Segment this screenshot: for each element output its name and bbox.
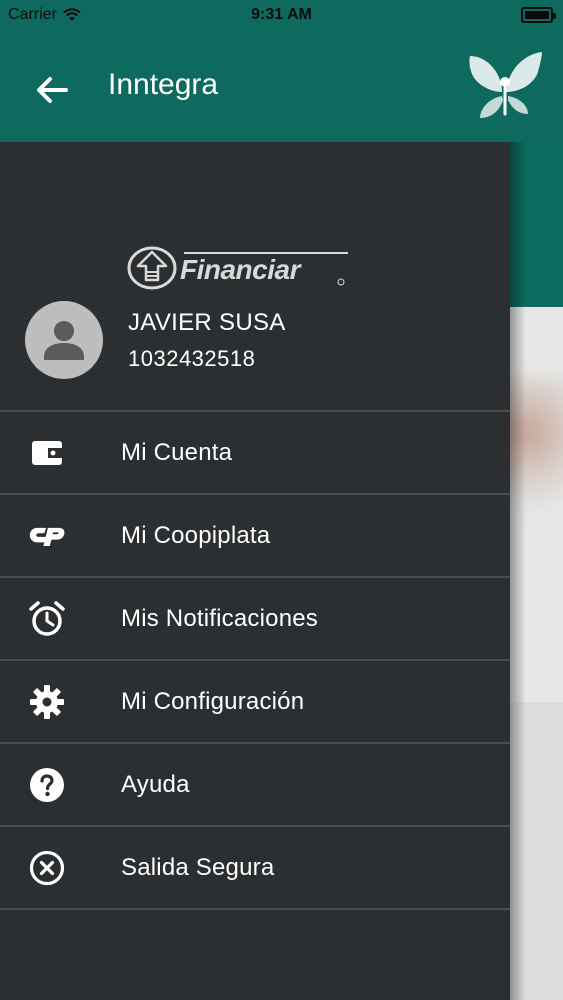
menu-item-label: Salida Segura [121, 854, 275, 881]
menu-item-mi-cuenta[interactable]: Mi Cuenta [0, 412, 510, 493]
app-bar: Inntegra [0, 30, 563, 142]
wallet-icon [32, 441, 62, 465]
drawer-header: Financiar JAVIER SUSA 1032432518 [0, 142, 510, 410]
butterfly-logo [469, 52, 542, 118]
menu-item-mi-coopiplata[interactable]: Mi Coopiplata [0, 495, 510, 576]
menu-item-label: Mi Coopiplata [121, 522, 271, 549]
arrow-back-icon [37, 77, 68, 103]
menu-item-label: Mi Cuenta [121, 439, 233, 466]
status-bar: Carrier 9:31 AM [0, 0, 563, 30]
financiar-logo-text: Financiar [180, 254, 303, 285]
help-icon [30, 768, 64, 802]
menu-item-ayuda[interactable]: Ayuda [0, 744, 510, 825]
avatar[interactable] [25, 301, 103, 379]
menu-item-label: Mis Notificaciones [121, 605, 318, 632]
menu-item-label: Mi Configuración [121, 688, 305, 715]
drawer-menu: Mi Cuenta Mi Coopiplata Mis Notificacion… [0, 410, 510, 910]
menu-item-label: Ayuda [121, 771, 190, 798]
alarm-icon [29, 601, 65, 636]
app-title: Inntegra [108, 68, 219, 101]
financiar-logo: Financiar [127, 246, 348, 290]
menu-item-notificaciones[interactable]: Mis Notificaciones [0, 578, 510, 659]
menu-item-configuracion[interactable]: Mi Configuración [0, 661, 510, 742]
gear-icon [30, 685, 64, 719]
coopiplata-icon [29, 527, 65, 546]
battery-icon [521, 7, 556, 23]
status-time: 9:31 AM [251, 6, 312, 23]
person-icon [44, 321, 84, 360]
user-name: JAVIER SUSA [128, 309, 286, 336]
user-id: 1032432518 [128, 346, 256, 371]
menu-item-salida-segura[interactable]: Salida Segura [0, 827, 510, 908]
close-circle-icon [29, 850, 65, 886]
back-button[interactable] [30, 68, 74, 112]
divider [0, 908, 510, 910]
navigation-drawer: Financiar JAVIER SUSA 1032432518 Mi Cuen… [0, 142, 510, 1000]
